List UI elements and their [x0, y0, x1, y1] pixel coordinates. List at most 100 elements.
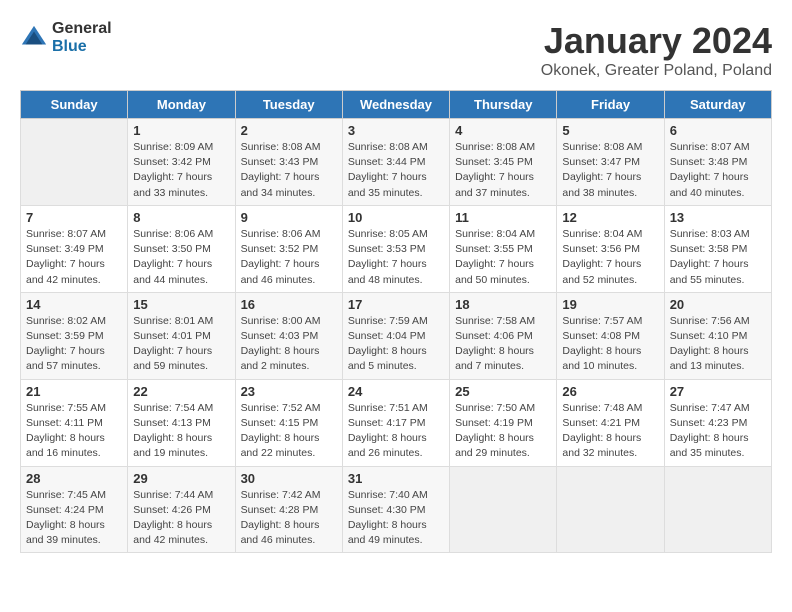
calendar-week-row: 7Sunrise: 8:07 AMSunset: 3:49 PMDaylight… — [21, 205, 772, 292]
calendar-cell: 6Sunrise: 8:07 AMSunset: 3:48 PMDaylight… — [664, 119, 771, 206]
day-number: 25 — [455, 384, 551, 399]
logo-text: General Blue — [52, 20, 112, 55]
day-number: 26 — [562, 384, 658, 399]
calendar-cell: 28 Sunrise: 7:45 AMSunset: 4:24 PMDayligh… — [21, 466, 128, 553]
calendar-cell: 10 Sunrise: 8:05 AMSunset: 3:53 PMDayligh… — [342, 205, 449, 292]
day-number: 5 — [562, 123, 658, 138]
day-number: 21 — [26, 384, 122, 399]
day-number: 13 — [670, 210, 766, 225]
calendar-cell: 4 Sunrise: 8:08 AMSunset: 3:45 PMDaylight… — [450, 119, 557, 206]
logo-icon — [20, 24, 48, 52]
calendar-cell: 23 Sunrise: 7:52 AMSunset: 4:15 PMDayligh… — [235, 379, 342, 466]
day-number: 16 — [241, 297, 337, 312]
day-number: 19 — [562, 297, 658, 312]
day-info: Sunrise: 7:45 AMSunset: 4:24 PMDaylight:… — [26, 488, 122, 549]
day-info: Sunrise: 7:58 AMSunset: 4:06 PMDaylight:… — [455, 314, 551, 375]
calendar-week-row: 28 Sunrise: 7:45 AMSunset: 4:24 PMDayligh… — [21, 466, 772, 553]
day-number: 10 — [348, 210, 444, 225]
calendar-cell: 13 Sunrise: 8:03 AMSunset: 3:58 PMDayligh… — [664, 205, 771, 292]
day-number: 28 — [26, 471, 122, 486]
day-of-week-header: Friday — [557, 91, 664, 119]
subtitle: Okonek, Greater Poland, Poland — [541, 62, 772, 80]
day-number: 23 — [241, 384, 337, 399]
calendar-cell — [664, 466, 771, 553]
calendar-cell — [21, 119, 128, 206]
day-info: Sunrise: 7:54 AMSunset: 4:13 PMDaylight:… — [133, 401, 229, 462]
day-info: Sunrise: 7:48 AMSunset: 4:21 PMDaylight:… — [562, 401, 658, 462]
calendar-cell: 11Sunrise: 8:04 AMSunset: 3:55 PMDayligh… — [450, 205, 557, 292]
day-number: 18 — [455, 297, 551, 312]
calendar-week-row: 1Sunrise: 8:09 AMSunset: 3:42 PMDaylight… — [21, 119, 772, 206]
calendar-cell: 15Sunrise: 8:01 AMSunset: 4:01 PMDayligh… — [128, 292, 235, 379]
day-number: 4 — [455, 123, 551, 138]
calendar-cell: 17 Sunrise: 7:59 AMSunset: 4:04 PMDayligh… — [342, 292, 449, 379]
day-of-week-header: Tuesday — [235, 91, 342, 119]
calendar-cell: 24Sunrise: 7:51 AMSunset: 4:17 PMDayligh… — [342, 379, 449, 466]
day-number: 14 — [26, 297, 122, 312]
day-of-week-header: Wednesday — [342, 91, 449, 119]
day-info: Sunrise: 7:57 AMSunset: 4:08 PMDaylight:… — [562, 314, 658, 375]
day-number: 27 — [670, 384, 766, 399]
page-header: General Blue January 2024 Okonek, Greate… — [20, 20, 772, 80]
day-info: Sunrise: 8:08 AMSunset: 3:47 PMDaylight:… — [562, 140, 658, 201]
logo-blue-text: Blue — [52, 38, 112, 56]
calendar-cell: 26 Sunrise: 7:48 AMSunset: 4:21 PMDayligh… — [557, 379, 664, 466]
day-info: Sunrise: 7:55 AMSunset: 4:11 PMDaylight:… — [26, 401, 122, 462]
day-info: Sunrise: 8:05 AMSunset: 3:53 PMDaylight:… — [348, 227, 444, 288]
day-number: 9 — [241, 210, 337, 225]
day-number: 7 — [26, 210, 122, 225]
calendar-cell: 12Sunrise: 8:04 AMSunset: 3:56 PMDayligh… — [557, 205, 664, 292]
calendar-cell: 8Sunrise: 8:06 AMSunset: 3:50 PMDaylight… — [128, 205, 235, 292]
day-number: 30 — [241, 471, 337, 486]
calendar-cell — [450, 466, 557, 553]
calendar-cell: 3Sunrise: 8:08 AMSunset: 3:44 PMDaylight… — [342, 119, 449, 206]
calendar-cell: 20 Sunrise: 7:56 AMSunset: 4:10 PMDayligh… — [664, 292, 771, 379]
day-info: Sunrise: 7:51 AMSunset: 4:17 PMDaylight:… — [348, 401, 444, 462]
calendar-header-row: SundayMondayTuesdayWednesdayThursdayFrid… — [21, 91, 772, 119]
calendar-cell: 5 Sunrise: 8:08 AMSunset: 3:47 PMDaylight… — [557, 119, 664, 206]
title-block: January 2024 Okonek, Greater Poland, Pol… — [541, 20, 772, 80]
day-info: Sunrise: 7:56 AMSunset: 4:10 PMDaylight:… — [670, 314, 766, 375]
day-info: Sunrise: 8:06 AMSunset: 3:50 PMDaylight:… — [133, 227, 229, 288]
day-of-week-header: Saturday — [664, 91, 771, 119]
main-title: January 2024 — [541, 20, 772, 62]
day-number: 22 — [133, 384, 229, 399]
calendar-week-row: 14 Sunrise: 8:02 AMSunset: 3:59 PMDayligh… — [21, 292, 772, 379]
calendar-cell: 7Sunrise: 8:07 AMSunset: 3:49 PMDaylight… — [21, 205, 128, 292]
day-info: Sunrise: 8:03 AMSunset: 3:58 PMDaylight:… — [670, 227, 766, 288]
day-info: Sunrise: 7:40 AMSunset: 4:30 PMDaylight:… — [348, 488, 444, 549]
day-number: 20 — [670, 297, 766, 312]
day-info: Sunrise: 8:06 AMSunset: 3:52 PMDaylight:… — [241, 227, 337, 288]
calendar-cell: 25 Sunrise: 7:50 AMSunset: 4:19 PMDayligh… — [450, 379, 557, 466]
day-number: 29 — [133, 471, 229, 486]
day-number: 11 — [455, 210, 551, 225]
day-info: Sunrise: 7:47 AMSunset: 4:23 PMDaylight:… — [670, 401, 766, 462]
calendar-cell: 16Sunrise: 8:00 AMSunset: 4:03 PMDayligh… — [235, 292, 342, 379]
calendar-cell: 19 Sunrise: 7:57 AMSunset: 4:08 PMDayligh… — [557, 292, 664, 379]
day-number: 2 — [241, 123, 337, 138]
calendar-table: SundayMondayTuesdayWednesdayThursdayFrid… — [20, 90, 772, 553]
calendar-cell: 1Sunrise: 8:09 AMSunset: 3:42 PMDaylight… — [128, 119, 235, 206]
calendar-cell — [557, 466, 664, 553]
calendar-cell: 18 Sunrise: 7:58 AMSunset: 4:06 PMDayligh… — [450, 292, 557, 379]
calendar-cell: 27 Sunrise: 7:47 AMSunset: 4:23 PMDayligh… — [664, 379, 771, 466]
logo: General Blue — [20, 20, 112, 55]
day-info: Sunrise: 7:50 AMSunset: 4:19 PMDaylight:… — [455, 401, 551, 462]
day-info: Sunrise: 7:44 AMSunset: 4:26 PMDaylight:… — [133, 488, 229, 549]
calendar-cell: 2 Sunrise: 8:08 AMSunset: 3:43 PMDaylight… — [235, 119, 342, 206]
calendar-cell: 30Sunrise: 7:42 AMSunset: 4:28 PMDayligh… — [235, 466, 342, 553]
day-of-week-header: Thursday — [450, 91, 557, 119]
day-number: 1 — [133, 123, 229, 138]
day-info: Sunrise: 7:59 AMSunset: 4:04 PMDaylight:… — [348, 314, 444, 375]
calendar-cell: 29 Sunrise: 7:44 AMSunset: 4:26 PMDayligh… — [128, 466, 235, 553]
day-info: Sunrise: 8:08 AMSunset: 3:43 PMDaylight:… — [241, 140, 337, 201]
day-info: Sunrise: 8:08 AMSunset: 3:45 PMDaylight:… — [455, 140, 551, 201]
day-info: Sunrise: 8:01 AMSunset: 4:01 PMDaylight:… — [133, 314, 229, 375]
day-number: 6 — [670, 123, 766, 138]
day-number: 12 — [562, 210, 658, 225]
day-info: Sunrise: 7:52 AMSunset: 4:15 PMDaylight:… — [241, 401, 337, 462]
day-info: Sunrise: 8:02 AMSunset: 3:59 PMDaylight:… — [26, 314, 122, 375]
day-number: 31 — [348, 471, 444, 486]
calendar-cell: 9 Sunrise: 8:06 AMSunset: 3:52 PMDaylight… — [235, 205, 342, 292]
day-number: 17 — [348, 297, 444, 312]
